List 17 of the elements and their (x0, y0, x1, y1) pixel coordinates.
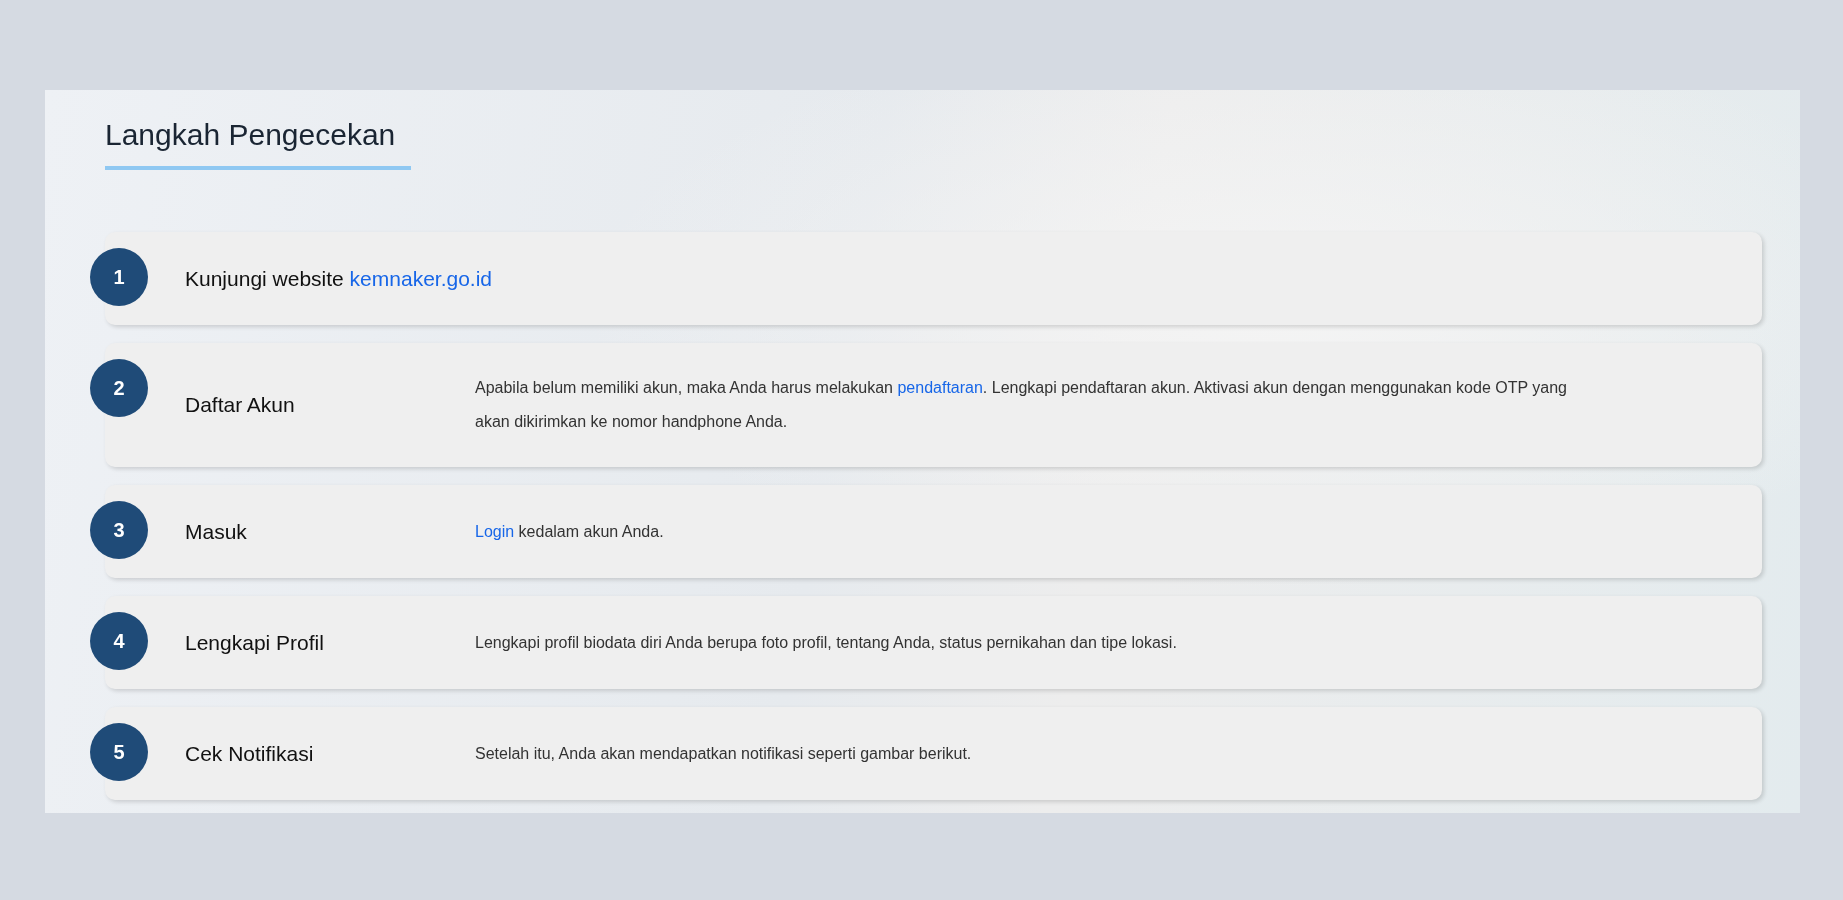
text-link[interactable]: Login (475, 522, 515, 540)
step-number: 5 (90, 723, 148, 781)
step-description: Login kedalam akun Anda. (475, 521, 664, 542)
step-title: Lengkapi Profil (185, 630, 325, 655)
section-heading: Langkah Pengecekan (105, 108, 412, 170)
step-number: 2 (90, 359, 148, 417)
step-number: 1 (90, 248, 148, 306)
step-title: Masuk (185, 519, 248, 544)
step-number: 3 (90, 501, 148, 559)
website-link[interactable]: kemnaker.go.id (349, 266, 493, 290)
text-link[interactable]: pendaftaran (897, 379, 983, 396)
step-description: Apabila belum memiliki akun, maka Anda harus melakukan pendaftaran. Lengkapi pendaftaran akun. Aktivasi akun dengan menggunakan kode OTP yang akan dikirimkan ke nomor handphone Anda. (475, 378, 1568, 432)
step-number: 4 (90, 612, 148, 670)
step-description: Lengkapi profil biodata diri Anda berupa foto profil, tentang Anda, status pernikahan dan tipe lokasi. (475, 632, 1177, 653)
step-title: Daftar Akun (185, 393, 296, 417)
step-description: Setelah itu, Anda akan mendapatkan notifikasi seperti gambar berikut. (475, 743, 972, 764)
step-title: Cek Notifikasi (185, 741, 315, 766)
